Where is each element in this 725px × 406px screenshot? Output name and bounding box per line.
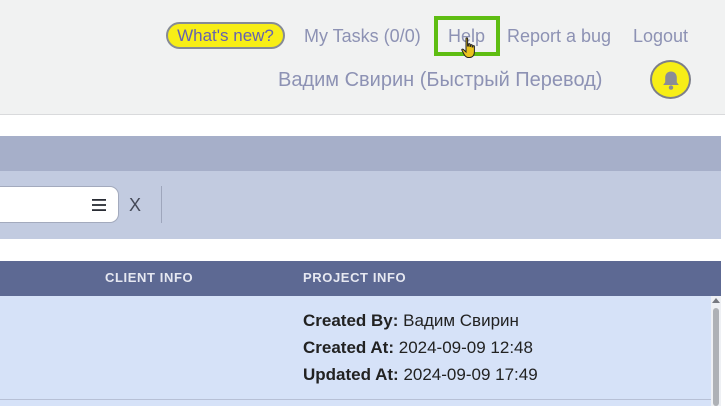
user-name: Вадим Свирин (Быстрый Перевод): [278, 69, 603, 91]
spacer: [0, 239, 721, 261]
filter-divider: [161, 186, 162, 223]
scrollbar-thumb[interactable]: [713, 308, 719, 406]
created-at-label: Created At:: [303, 338, 394, 357]
top-nav: What's new? My Tasks (0/0) Help Report a…: [0, 22, 725, 50]
updated-at-value: 2024-09-09 17:49: [403, 365, 538, 384]
hand-cursor-icon: [461, 37, 475, 58]
created-at-value: 2024-09-09 12:48: [398, 338, 533, 357]
scroll-up-arrow-icon[interactable]: [712, 298, 720, 303]
created-by-label: Created By:: [303, 311, 399, 330]
bell-icon: [663, 71, 679, 90]
clear-filter-button[interactable]: X: [129, 194, 141, 216]
my-tasks-link[interactable]: My Tasks (0/0): [304, 24, 421, 48]
updated-at-line: Updated At: 2024-09-09 17:49: [303, 364, 538, 386]
report-bug-link[interactable]: Report a bug: [507, 24, 611, 48]
column-header-project-info[interactable]: PROJECT INFO: [303, 270, 406, 286]
table-row[interactable]: [0, 400, 711, 406]
updated-at-label: Updated At:: [303, 365, 399, 384]
created-by-line: Created By: Вадим Свирин: [303, 310, 519, 332]
hamburger-menu-icon[interactable]: [91, 197, 107, 213]
created-by-value: Вадим Свирин: [403, 311, 519, 330]
column-header-client-info[interactable]: CLIENT INFO: [105, 270, 193, 286]
table-header: CLIENT INFO PROJECT INFO: [0, 261, 721, 296]
logout-link[interactable]: Logout: [633, 24, 688, 48]
notifications-bell-button[interactable]: [650, 60, 691, 99]
whats-new-button[interactable]: What's new?: [166, 22, 285, 49]
table-row[interactable]: Created By: Вадим Свирин Created At: 202…: [0, 296, 711, 400]
toolbar-band: [0, 136, 721, 171]
top-header: What's new? My Tasks (0/0) Help Report a…: [0, 0, 725, 115]
created-at-line: Created At: 2024-09-09 12:48: [303, 337, 533, 359]
